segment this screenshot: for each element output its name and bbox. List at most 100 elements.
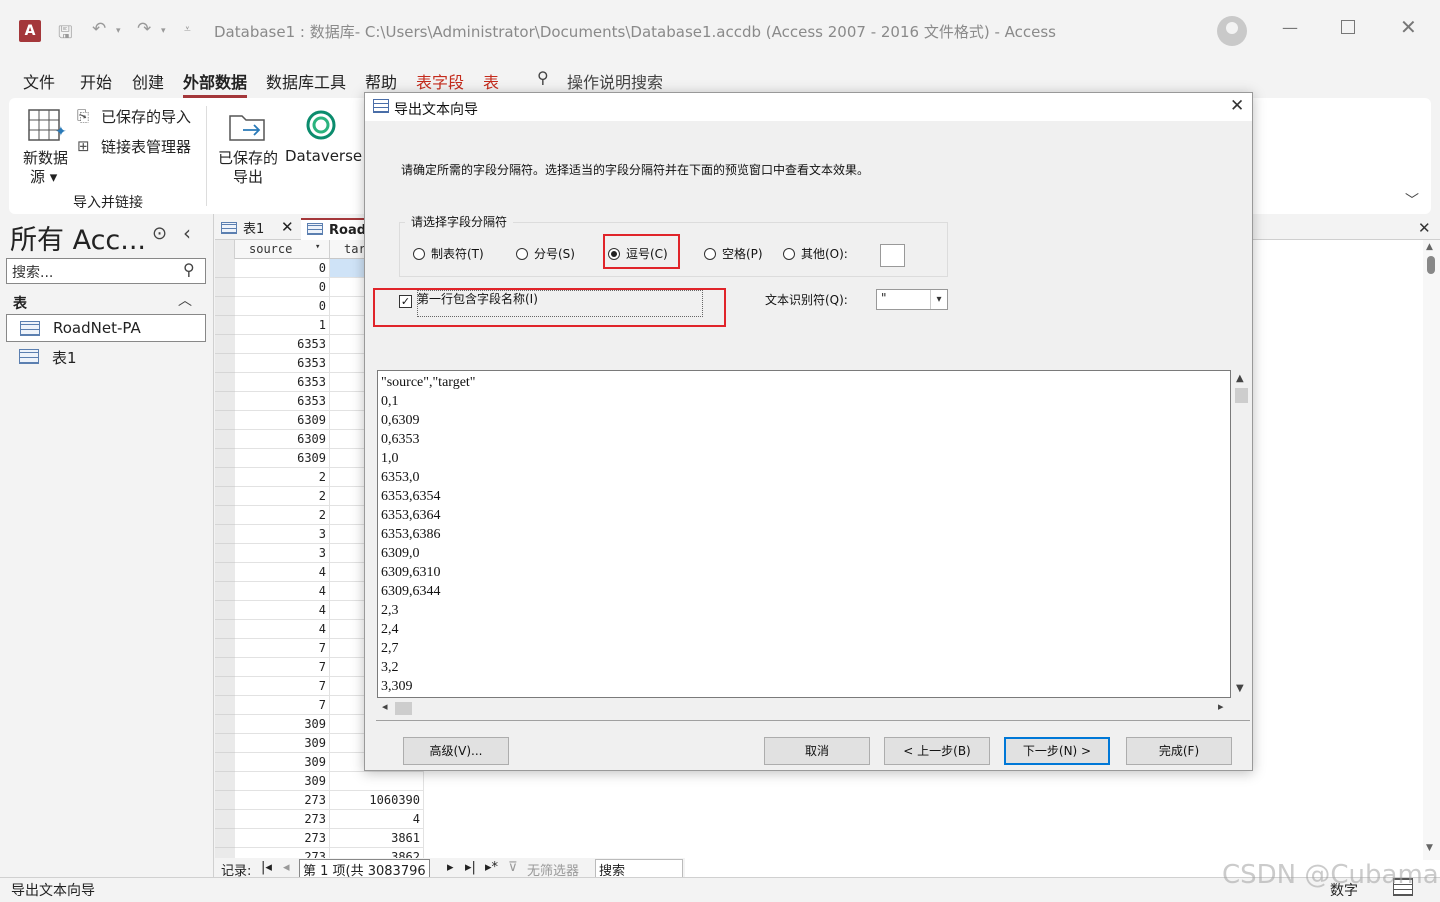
scroll-up-icon[interactable]: ▲ xyxy=(1236,373,1244,384)
row-selector[interactable] xyxy=(215,829,235,848)
scroll-left-icon[interactable]: ◂ xyxy=(382,700,388,713)
cell-source[interactable]: 273 xyxy=(235,810,330,829)
scrollbar-thumb[interactable] xyxy=(1427,256,1435,274)
row-selector[interactable] xyxy=(215,316,235,335)
record-search-input[interactable]: 搜索 xyxy=(595,859,683,877)
radio-space[interactable]: 空格(P) xyxy=(704,245,763,262)
scroll-right-icon[interactable]: ▸ xyxy=(1218,700,1224,713)
new-record-icon[interactable]: ▸* xyxy=(485,860,498,875)
row-selector[interactable] xyxy=(215,354,235,373)
cell-source[interactable]: 6353 xyxy=(235,373,330,392)
row-selector[interactable] xyxy=(215,563,235,582)
cell-target[interactable]: 1060390 xyxy=(330,791,424,810)
radio-other[interactable]: 其他(O): xyxy=(783,245,848,262)
new-data-source-label[interactable]: 新数据 xyxy=(23,147,68,168)
new-data-source-label2[interactable]: 源 ▾ xyxy=(30,166,57,187)
next-record-icon[interactable]: ▸ xyxy=(447,860,454,875)
cell-source[interactable]: 309 xyxy=(235,715,330,734)
back-button[interactable]: < 上一步(B) xyxy=(884,737,990,765)
tab-home[interactable]: 开始 xyxy=(80,69,112,93)
row-selector[interactable] xyxy=(215,658,235,677)
row-selector[interactable] xyxy=(215,449,235,468)
nav-group-tables[interactable]: 表 xyxy=(13,293,27,313)
cell-source[interactable]: 6309 xyxy=(235,411,330,430)
datasheet-vertical-scrollbar[interactable] xyxy=(1423,240,1440,860)
minimize-icon[interactable]: — xyxy=(1282,18,1298,37)
row-selector[interactable] xyxy=(215,468,235,487)
close-window-icon[interactable]: ✕ xyxy=(1400,15,1417,39)
tab-create[interactable]: 创建 xyxy=(132,69,164,93)
no-filter-label[interactable]: 无筛选器 xyxy=(527,860,579,877)
cell-target[interactable]: 3861 xyxy=(330,829,424,848)
row-selector[interactable] xyxy=(215,601,235,620)
cell-source[interactable]: 3 xyxy=(235,525,330,544)
cell-source[interactable]: 7 xyxy=(235,639,330,658)
scrollbar-thumb[interactable] xyxy=(395,702,412,715)
redo-dropdown-icon[interactable]: ▾ xyxy=(161,26,166,36)
cell-source[interactable]: 2 xyxy=(235,506,330,525)
row-selector[interactable] xyxy=(215,373,235,392)
cell-source[interactable]: 4 xyxy=(235,601,330,620)
cell-source[interactable]: 273 xyxy=(235,791,330,810)
row-selector[interactable] xyxy=(215,582,235,601)
radio-semicolon[interactable]: 分号(S) xyxy=(516,245,575,262)
cell-source[interactable]: 273 xyxy=(235,829,330,848)
tab-table[interactable]: 表 xyxy=(483,69,499,93)
redo-icon[interactable]: ↷ xyxy=(137,19,151,39)
prev-record-icon[interactable]: ◂ xyxy=(283,860,290,875)
row-selector[interactable] xyxy=(215,278,235,297)
chevron-up-icon[interactable]: ︿ xyxy=(178,290,192,310)
cell-source[interactable]: 6353 xyxy=(235,354,330,373)
cell-source[interactable]: 7 xyxy=(235,658,330,677)
close-tab-icon[interactable]: ✕ xyxy=(281,218,294,236)
search-icon[interactable]: ⚲ xyxy=(183,260,195,279)
dialog-close-icon[interactable]: ✕ xyxy=(1230,96,1244,116)
saved-exports-label[interactable]: 已保存的 xyxy=(218,147,278,168)
nav-menu-icon[interactable]: ⊙ xyxy=(152,223,167,244)
search-icon[interactable]: ⚲ xyxy=(537,68,549,87)
current-record-input[interactable]: 第 1 项(共 3083796 xyxy=(299,859,430,877)
nav-pane-title[interactable]: 所有 Acc... xyxy=(10,218,146,257)
row-selector[interactable] xyxy=(215,525,235,544)
row-selector[interactable] xyxy=(215,506,235,525)
cell-source[interactable]: 3 xyxy=(235,544,330,563)
row-selector[interactable] xyxy=(215,297,235,316)
last-record-icon[interactable]: ▸| xyxy=(465,860,476,875)
scroll-up-icon[interactable]: ▲ xyxy=(1426,242,1433,252)
cell-source[interactable]: 4 xyxy=(235,582,330,601)
cell-source[interactable]: 4 xyxy=(235,563,330,582)
cell-source[interactable]: 0 xyxy=(235,278,330,297)
cell-source[interactable]: 1 xyxy=(235,316,330,335)
cell-source[interactable]: 0 xyxy=(235,297,330,316)
new-data-source-icon[interactable]: ✦ xyxy=(27,106,69,146)
row-selector[interactable] xyxy=(215,677,235,696)
doc-tab-table1[interactable]: 表1 ✕ xyxy=(221,218,301,240)
scroll-down-icon[interactable]: ▼ xyxy=(1236,683,1244,694)
save-icon[interactable]: 🖫 xyxy=(58,20,72,49)
cell-target[interactable] xyxy=(330,772,424,791)
row-selector[interactable] xyxy=(215,335,235,354)
preview-horizontal-scrollbar[interactable] xyxy=(377,699,1231,716)
maximize-icon[interactable] xyxy=(1341,20,1355,34)
row-selector[interactable] xyxy=(215,715,235,734)
nav-item-table1[interactable]: 表1 xyxy=(6,343,206,371)
row-selector[interactable] xyxy=(215,791,235,810)
other-delimiter-input[interactable] xyxy=(880,244,905,267)
row-selector[interactable] xyxy=(215,639,235,658)
nav-search-input[interactable]: 搜索... xyxy=(6,258,206,284)
chevron-down-icon[interactable]: ▾ xyxy=(930,290,947,309)
row-selector[interactable] xyxy=(215,544,235,563)
dataverse-icon[interactable] xyxy=(302,108,340,142)
nav-item-roadnet[interactable]: RoadNet-PA xyxy=(6,314,206,342)
tell-me-search[interactable]: 操作说明搜索 xyxy=(567,69,663,93)
next-button[interactable]: 下一步(N) > xyxy=(1004,737,1110,765)
cell-source[interactable]: 309 xyxy=(235,753,330,772)
row-selector[interactable] xyxy=(215,411,235,430)
cell-source[interactable]: 6309 xyxy=(235,430,330,449)
cell-source[interactable]: 4 xyxy=(235,620,330,639)
cell-source[interactable]: 6353 xyxy=(235,392,330,411)
row-selector[interactable] xyxy=(215,620,235,639)
cell-source[interactable]: 6309 xyxy=(235,449,330,468)
cell-source[interactable]: 2 xyxy=(235,468,330,487)
row-selector[interactable] xyxy=(215,810,235,829)
